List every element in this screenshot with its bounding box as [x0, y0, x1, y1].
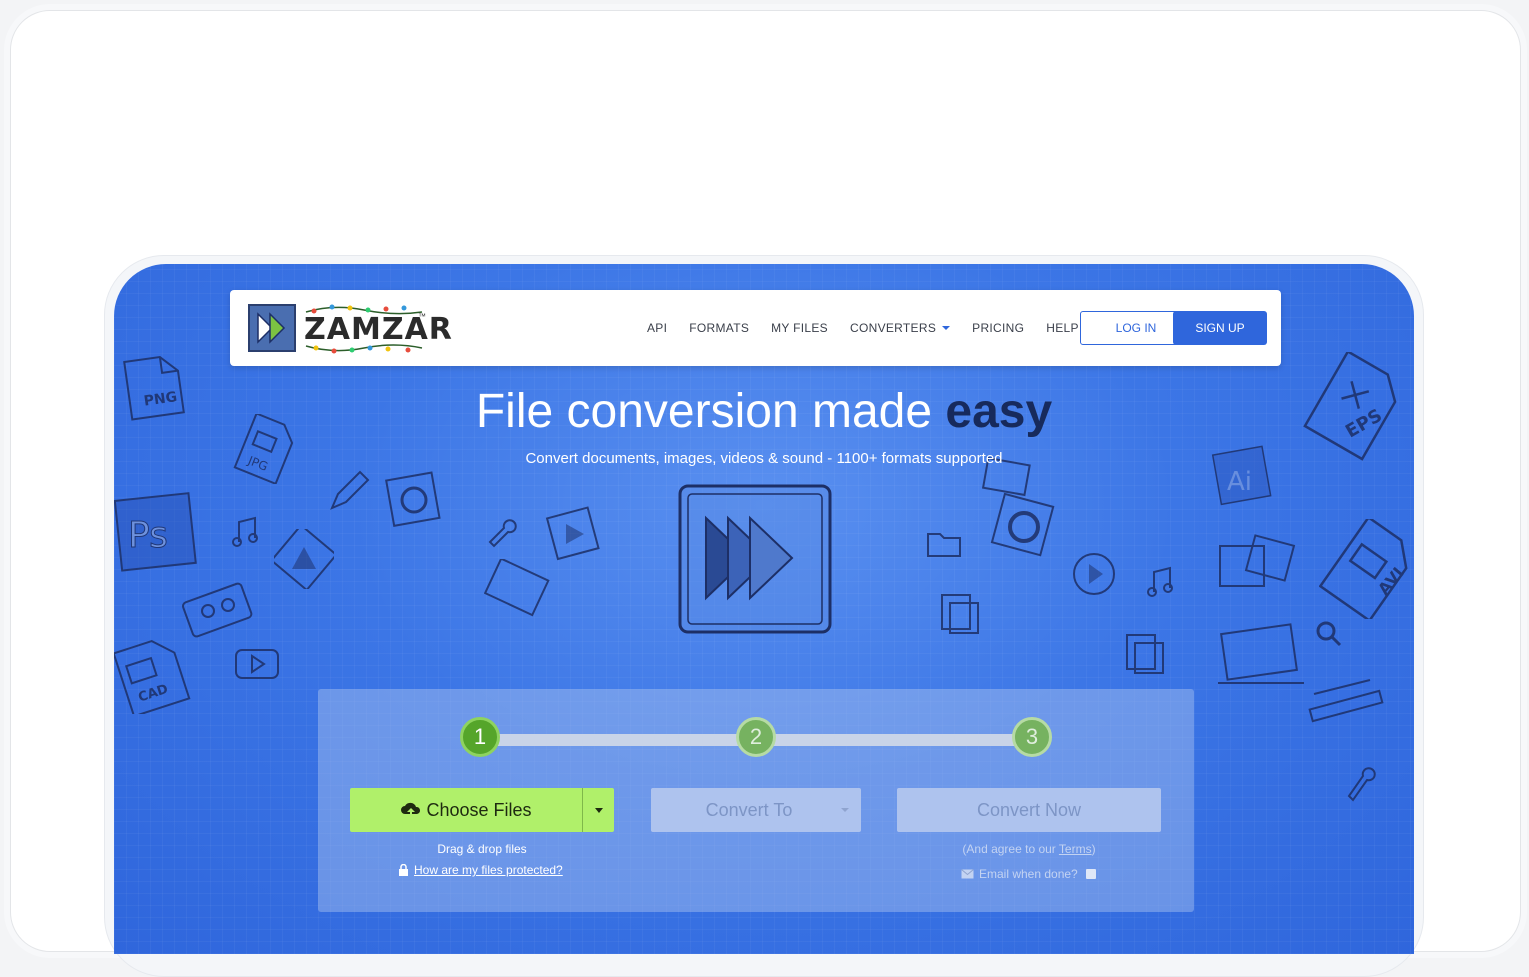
ruler-pencil-icon: [1304, 674, 1394, 724]
email-when-done-label: Email when done?: [979, 867, 1078, 881]
agree-suffix: ): [1091, 842, 1096, 856]
refresh-icon: [384, 470, 444, 530]
cloud-upload-icon: [401, 802, 421, 818]
play-button-icon: [232, 644, 284, 684]
nav-formats[interactable]: FORMATS: [689, 321, 749, 335]
svg-text:Ps: Ps: [128, 515, 168, 556]
laptop-icon: [1214, 619, 1314, 699]
files-protected-link[interactable]: How are my files protected?: [414, 863, 563, 877]
logo-mark: [248, 304, 296, 352]
logo-trademark: ™: [418, 312, 426, 321]
photoshop-file-icon: Ps: [114, 489, 204, 579]
hero-title: File conversion made easy: [114, 384, 1414, 439]
folder-icon: [924, 524, 964, 560]
caret-down-icon: [595, 807, 603, 813]
refresh-circle-icon: [989, 492, 1059, 562]
step-2-indicator: 2: [736, 717, 776, 757]
avi-file-icon: AVI: [1319, 519, 1414, 619]
drag-drop-hint: Drag & drop files: [437, 842, 527, 856]
nav-api[interactable]: API: [647, 321, 667, 335]
image-frame-icon: [1214, 534, 1304, 604]
svg-text:AVI: AVI: [1374, 564, 1408, 599]
hero-subtitle: Convert documents, images, videos & soun…: [525, 450, 1003, 467]
step-3-indicator: 3: [1012, 717, 1052, 757]
terms-link[interactable]: Terms: [1059, 842, 1092, 856]
clipboard-icon: [934, 589, 984, 639]
email-when-done-row: Email when done?: [961, 867, 1096, 881]
agree-prefix: (And agree to our: [962, 842, 1059, 856]
convert-to-select[interactable]: Convert To: [651, 788, 861, 832]
wrench-icon: [484, 514, 520, 550]
music-notes-icon: [1144, 564, 1180, 600]
zamzar-logo[interactable]: ZAMZAR ™: [248, 302, 452, 354]
navbar: ZAMZAR ™ API FORMATS MY FILES CONVERTERS…: [230, 290, 1281, 366]
nav-help[interactable]: HELP: [1046, 321, 1079, 335]
choose-files-label: Choose Files: [426, 799, 532, 820]
lock-icon: [399, 864, 408, 876]
video-file-icon: [544, 504, 604, 564]
play-triangle-icon: [274, 529, 334, 589]
email-when-done-checkbox[interactable]: [1085, 869, 1096, 879]
envelope-icon: [961, 869, 974, 879]
svg-text:Ai: Ai: [1227, 467, 1252, 497]
wrench-icon-2: [1339, 754, 1379, 804]
step-1-indicator: 1: [460, 717, 500, 757]
signup-button[interactable]: SIGN UP: [1173, 311, 1267, 345]
nav-pricing[interactable]: PRICING: [972, 321, 1024, 335]
files-protected-row: How are my files protected?: [398, 863, 563, 877]
convert-now-button[interactable]: Convert Now: [897, 788, 1161, 832]
music-note-icon: [229, 514, 265, 550]
nav-converters-label: CONVERTERS: [850, 321, 937, 335]
hero-title-main: File conversion made: [475, 385, 946, 438]
fast-forward-illustration: [676, 482, 834, 638]
convert-to-label: Convert To: [705, 799, 793, 820]
magnifier-icon: [1314, 619, 1344, 649]
choose-files-button[interactable]: Choose Files: [350, 788, 614, 832]
converter-panel: 1 2 3 Choose Files Convert To Convert No…: [318, 689, 1194, 912]
svg-text:CAD: CAD: [136, 682, 170, 706]
nav-links: API FORMATS MY FILES CONVERTERS PRICING …: [647, 290, 1101, 366]
pencil-icon: [324, 464, 374, 514]
terms-agreement: (And agree to our Terms): [897, 842, 1161, 856]
nav-converters[interactable]: CONVERTERS: [850, 321, 951, 335]
film-strip-icon: [484, 559, 554, 619]
caret-down-icon: [841, 808, 849, 812]
logo-wordmark: ZAMZAR: [304, 312, 453, 347]
choose-files-main[interactable]: Choose Files: [350, 788, 582, 832]
choose-files-dropdown[interactable]: [582, 788, 615, 832]
page-viewport: PNG JPG Ps CAD EPS Ai AVI ZAMZAR ™ API F…: [114, 264, 1414, 954]
cad-file-icon: CAD: [114, 634, 194, 714]
hero-title-emphasis: easy: [945, 385, 1053, 438]
play-circle-icon: [1069, 549, 1119, 599]
caret-down-icon: [942, 326, 951, 330]
clipboard-icon-2: [1119, 629, 1169, 679]
nav-my-files[interactable]: MY FILES: [771, 321, 828, 335]
cassette-icon: [180, 579, 260, 639]
